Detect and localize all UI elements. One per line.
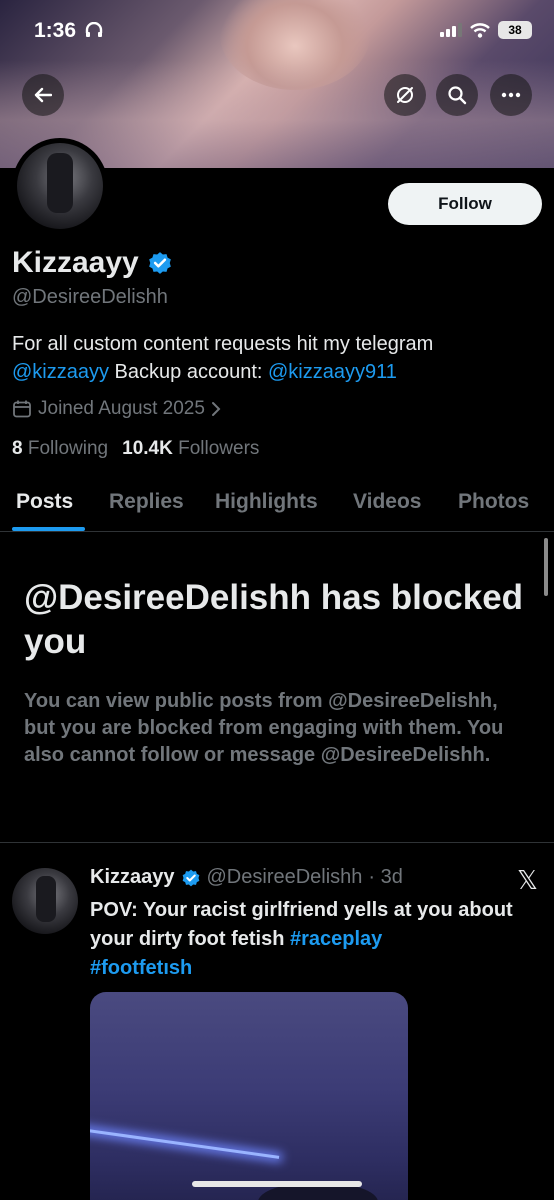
status-icons: 38 — [440, 21, 532, 39]
battery-indicator: 38 — [498, 21, 532, 39]
blocked-title: @DesireeDelishh has blocked you — [24, 578, 524, 661]
signal-icon — [440, 23, 462, 37]
headphones-icon — [85, 21, 103, 37]
chevron-right-icon — [211, 402, 221, 416]
follow-button[interactable]: Follow — [388, 183, 542, 225]
status-time: 1:36 — [34, 19, 103, 43]
following-label: Following — [27, 438, 109, 459]
verified-badge-icon[interactable] — [147, 250, 173, 276]
bio-link-backup[interactable]: @kizzaayy911 — [268, 361, 397, 383]
post-time: · 3d — [368, 866, 403, 888]
profile-name-row: Kizzaayy — [12, 246, 173, 280]
active-tab-indicator — [12, 527, 85, 531]
post-author-handle[interactable]: @DesireeDelishh — [207, 866, 363, 889]
tab-replies[interactable]: Replies — [109, 490, 184, 514]
profile-bio: For all custom content requests hit my t… — [12, 330, 542, 386]
search-button[interactable] — [436, 74, 478, 116]
following-count: 8 — [12, 438, 23, 459]
hide-icon — [397, 87, 413, 103]
post-avatar[interactable] — [12, 868, 78, 934]
scrollbar[interactable] — [544, 538, 548, 596]
blocked-notice: @DesireeDelishh has blocked you You can … — [24, 576, 534, 769]
tab-videos[interactable]: Videos — [353, 490, 421, 514]
joined-text: Joined August 2025 — [38, 398, 205, 419]
post-header: Kizzaayy @DesireeDelishh · 3d — [90, 866, 403, 889]
profile-avatar[interactable] — [12, 138, 108, 234]
home-indicator[interactable] — [192, 1181, 362, 1187]
divider — [0, 842, 554, 843]
verified-badge-icon — [182, 869, 199, 886]
tab-highlights[interactable]: Highlights — [215, 490, 318, 514]
post-author-name[interactable]: Kizzaayy — [90, 866, 175, 889]
followers-label: Followers — [178, 438, 260, 459]
post-media[interactable] — [90, 992, 408, 1200]
back-button[interactable] — [22, 74, 64, 116]
hide-button[interactable] — [384, 74, 426, 116]
display-name: Kizzaayy — [12, 246, 139, 279]
hashtag-link[interactable]: #raceplay — [290, 928, 382, 950]
status-time-text: 1:36 — [34, 19, 77, 42]
back-arrow-icon — [34, 87, 52, 103]
more-icon — [501, 92, 521, 98]
search-icon — [448, 86, 467, 105]
avatar-image — [17, 143, 103, 229]
tab-photos[interactable]: Photos — [458, 490, 529, 514]
more-button[interactable] — [490, 74, 532, 116]
status-bar: 1:36 38 — [0, 0, 554, 64]
x-logo-icon: 𝕏 — [517, 866, 538, 896]
tab-posts[interactable]: Posts — [16, 490, 73, 514]
joined-date[interactable]: Joined August 2025 — [12, 398, 221, 420]
hashtag-link[interactable]: #footfetısh — [90, 957, 192, 979]
followers-stat[interactable]: 10.4K Followers — [122, 438, 259, 460]
calendar-icon — [13, 400, 31, 418]
profile-handle: @DesireeDelishh — [12, 286, 168, 308]
post-text: POV: Your racist girlfriend yells at you… — [90, 896, 530, 983]
blocked-message: You can view public posts from @DesireeD… — [24, 690, 504, 766]
bio-text-backup: Backup account: — [109, 361, 268, 383]
follow-stats: 8 Following 10.4K Followers — [12, 438, 259, 460]
bio-text: For all custom content requests hit my t… — [12, 333, 434, 355]
followers-count: 10.4K — [122, 438, 173, 459]
following-stat[interactable]: 8 Following — [12, 438, 108, 460]
bio-link-telegram[interactable]: @kizzaayy — [12, 361, 109, 383]
profile-tabs: Posts Replies Highlights Videos Photos — [0, 480, 554, 532]
wifi-icon — [470, 22, 490, 38]
